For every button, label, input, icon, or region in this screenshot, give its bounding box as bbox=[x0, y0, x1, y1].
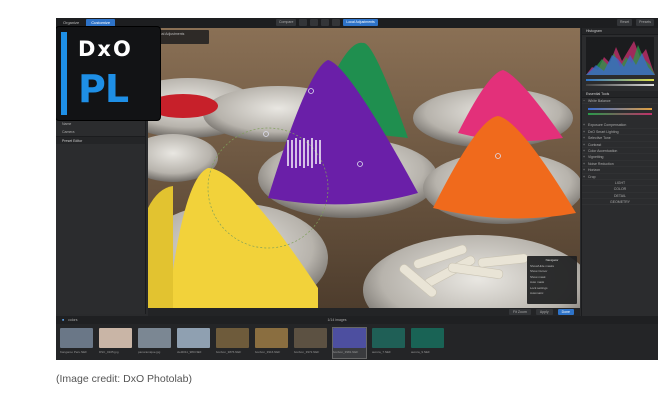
logo-text-dxo: DxO bbox=[78, 37, 133, 61]
thumbnail-image bbox=[372, 328, 405, 348]
filmstrip-thumbnail[interactable]: aurora_9.NEF bbox=[411, 328, 444, 358]
thumbnail-caption: bonbon_3972.NEF bbox=[294, 350, 320, 354]
photolab-window: Organize Customize Compare Local Adjustm… bbox=[56, 18, 658, 360]
histogram bbox=[586, 37, 655, 75]
filmstrip-thumbnail[interactable]: aurora_7.NEF bbox=[372, 328, 405, 358]
image-count: 1/14 images bbox=[327, 318, 347, 322]
thumbnail-caption: bonbon_3916.NEF bbox=[255, 350, 281, 354]
folder-path: colors bbox=[68, 318, 78, 322]
done-button[interactable]: Done bbox=[557, 309, 574, 315]
thumbnail-caption: Kangaroo Peru.NEF bbox=[60, 350, 88, 354]
histogram-header[interactable]: Histogram bbox=[582, 28, 658, 35]
tone-sliders bbox=[586, 77, 654, 87]
filmstrip-thumbnail[interactable]: panoramique.jpg bbox=[138, 328, 171, 358]
right-panel: Histogram Essential Tools − White Balance… bbox=[581, 28, 658, 316]
tool-button[interactable] bbox=[310, 19, 319, 26]
palette-geometry[interactable]: GEOMETRY bbox=[582, 199, 658, 206]
thumbnail-caption: panoramique.jpg bbox=[138, 350, 161, 354]
colored-powder-image bbox=[148, 28, 580, 308]
thumbnail-image bbox=[216, 328, 249, 348]
apply-button[interactable]: Apply bbox=[535, 309, 553, 315]
filmstrip-thumbnail[interactable]: ciel2011_980.NEF bbox=[177, 328, 210, 358]
thumbnail-image bbox=[99, 328, 132, 348]
thumbnail-caption: ciel2011_980.NEF bbox=[177, 350, 202, 354]
fit-zoom-button[interactable]: Fit Zoom bbox=[509, 309, 531, 315]
thumbnail-caption: aurora_9.NEF bbox=[411, 350, 430, 354]
thumbnail-image bbox=[294, 328, 327, 348]
filmstrip-thumbnail[interactable]: bonbon_3916.NEF bbox=[255, 328, 288, 358]
navigator-panel: Navigator Show/Hide masks Show Cursor Sh… bbox=[527, 256, 577, 304]
thumbnail-caption: aurora_7.NEF bbox=[372, 350, 391, 354]
thumbnail-image bbox=[138, 328, 171, 348]
compare-button[interactable]: Compare bbox=[276, 19, 297, 26]
left-panel-item[interactable]: Name bbox=[56, 120, 145, 128]
thumbnail-image bbox=[411, 328, 444, 348]
view-toolbar: Compare Local Adjustments bbox=[276, 19, 378, 26]
main-photo[interactable]: Local Adjustments Navigator Show/Hide ma… bbox=[148, 28, 580, 308]
thumbnail-caption: DSC_0105.jpg bbox=[99, 350, 119, 354]
presets-button[interactable]: Presets bbox=[636, 19, 654, 26]
thumbnail-image bbox=[255, 328, 288, 348]
folder-icon: ■ bbox=[62, 318, 65, 322]
image-credit: (Image credit: DxO Photolab) bbox=[56, 373, 192, 385]
navigator-option[interactable]: Automatic bbox=[530, 291, 574, 297]
top-right-actions: Reset Presets bbox=[616, 19, 654, 26]
thumbnail-caption: bonbon_3876.NEF bbox=[216, 350, 242, 354]
filmstrip-bar: ■ colors 1/14 images bbox=[56, 316, 658, 324]
thumbnail-image bbox=[60, 328, 93, 348]
logo-text-pl: PL bbox=[78, 67, 129, 111]
filmstrip: Kangaroo Peru.NEF DSC_0105.jpg panoramique… bbox=[56, 324, 658, 360]
local-adjustments-panel: Local Adjustments bbox=[153, 30, 209, 44]
filmstrip-thumbnail[interactable]: bonbon_3972.NEF bbox=[294, 328, 327, 358]
filmstrip-thumbnail[interactable]: Kangaroo Peru.NEF bbox=[60, 328, 93, 358]
filmstrip-thumbnail[interactable]: DSC_0105.jpg bbox=[99, 328, 132, 358]
local-adjustments-button[interactable]: Local Adjustments bbox=[343, 19, 378, 26]
essential-tools-header[interactable]: Essential Tools bbox=[582, 91, 658, 98]
filmstrip-thumbnail[interactable]: bonbon_3876.NEF bbox=[216, 328, 249, 358]
tool-button[interactable] bbox=[332, 19, 341, 26]
tab-organize[interactable]: Organize bbox=[58, 19, 84, 27]
reset-button[interactable]: Reset bbox=[616, 19, 633, 26]
thumbnail-image bbox=[333, 328, 366, 348]
view-bar: Fit Zoom Apply Done bbox=[148, 308, 580, 316]
tool-button[interactable] bbox=[299, 19, 308, 26]
dxo-photolab-logo: DxO PL bbox=[56, 27, 160, 120]
preset-editor-header[interactable]: Preset Editor bbox=[56, 136, 145, 144]
filmstrip-thumbnail[interactable]: bonbon_3981.NEF bbox=[332, 327, 367, 359]
thumbnail-image bbox=[177, 328, 210, 348]
tool-button[interactable] bbox=[321, 19, 330, 26]
tab-customize[interactable]: Customize bbox=[86, 19, 116, 27]
thumbnail-caption: bonbon_3981.NEF bbox=[333, 350, 359, 354]
left-panel-item[interactable]: Camera bbox=[56, 128, 145, 136]
tool-row[interactable]: − White Balance bbox=[582, 98, 658, 105]
